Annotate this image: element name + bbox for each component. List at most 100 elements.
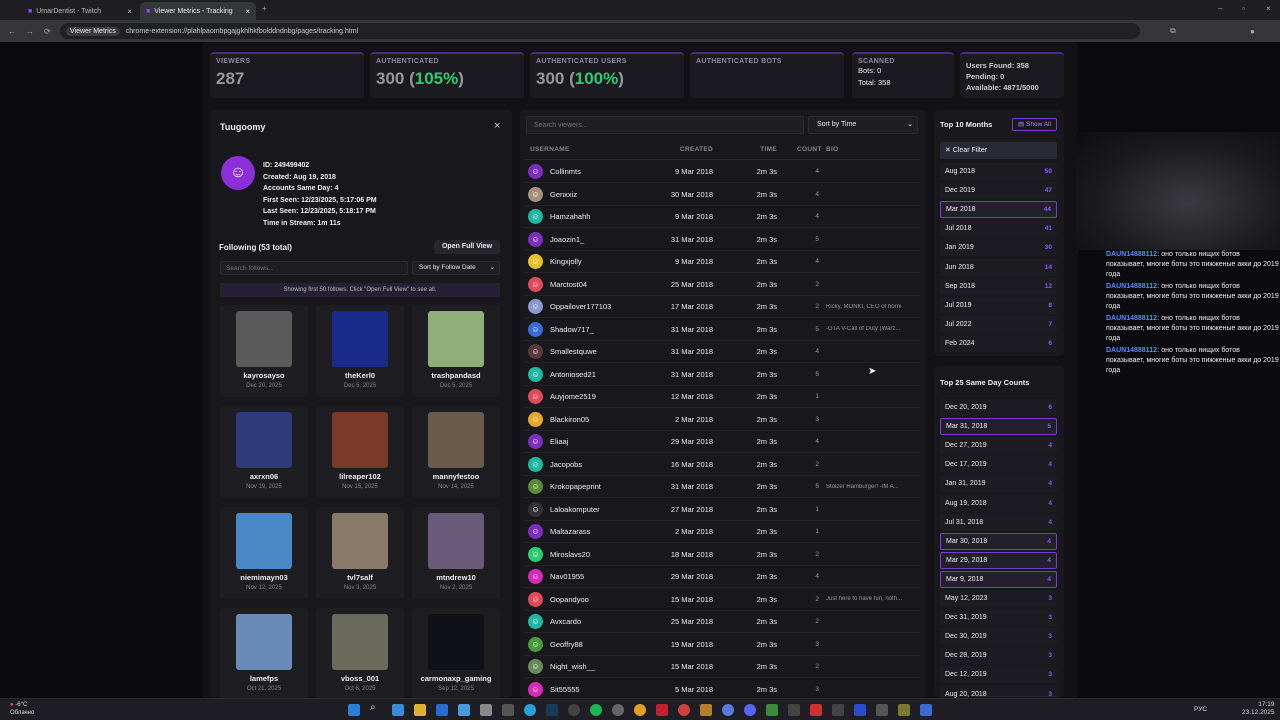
tab-viewer-metrics[interactable]: ■ Viewer Metrics - Tracking ×: [140, 2, 256, 20]
app-icon[interactable]: [898, 704, 910, 716]
table-row[interactable]: ☺ Marctost04 25 Mar 2018 2m 3s 2: [524, 274, 920, 296]
extensions-icon[interactable]: ⧉: [1170, 26, 1176, 36]
spotify-icon[interactable]: [590, 704, 602, 716]
viewer-username[interactable]: Maltazarass: [550, 527, 590, 536]
viewer-username[interactable]: Marctost04: [550, 280, 587, 289]
same-day-row[interactable]: Aug 19, 2018 4: [940, 494, 1057, 512]
app-icon[interactable]: [788, 704, 800, 716]
header-time[interactable]: TIME: [744, 146, 777, 153]
same-day-row[interactable]: Mar 31, 2018 5: [940, 418, 1057, 436]
app-icon[interactable]: [876, 704, 888, 716]
app-icon[interactable]: [436, 704, 448, 716]
same-day-row[interactable]: Dec 20, 2019 6: [940, 399, 1057, 416]
viewer-username[interactable]: Night_wish__: [550, 662, 595, 671]
explorer-icon[interactable]: [414, 704, 426, 716]
table-row[interactable]: ☺ Joaozin1_ 31 Mar 2018 2m 3s 5: [524, 229, 920, 251]
app-icon[interactable]: [810, 704, 822, 716]
discord-icon[interactable]: [744, 704, 756, 716]
viewer-username[interactable]: Avxcardo: [550, 617, 581, 626]
close-profile-button[interactable]: ×: [494, 120, 500, 132]
same-day-row[interactable]: Dec 30, 2019 3: [940, 628, 1057, 646]
profile-icon[interactable]: ●: [1250, 27, 1255, 36]
site-chip[interactable]: Viewer Metrics: [66, 26, 120, 36]
viewer-username[interactable]: Hamzahahh: [550, 212, 590, 221]
table-row[interactable]: ☺ Collinmts 9 Mar 2018 2m 3s 4: [524, 161, 920, 183]
viewer-username[interactable]: Genxxiz: [550, 190, 577, 199]
table-row[interactable]: ☺ Miroslavs20 18 Mar 2018 2m 3s 2: [524, 544, 920, 566]
viewer-username[interactable]: Shadow717_: [550, 325, 594, 334]
same-day-row[interactable]: Mar 30, 2018 4: [940, 532, 1057, 550]
same-day-row[interactable]: May 12, 2023 3: [940, 590, 1057, 607]
app-icon[interactable]: [700, 704, 712, 716]
table-row[interactable]: ☺ Oppailover177103 17 Mar 2018 2m 3s 2 Ricky,…: [524, 296, 920, 318]
chrome-icon[interactable]: [634, 704, 646, 716]
same-day-row[interactable]: Mar 29, 2018 4: [940, 551, 1057, 569]
table-row[interactable]: ☺ Jacopobs 16 Mar 2018 2m 3s 2: [524, 454, 920, 476]
follow-card[interactable]: tvl7salf Nov 3, 2025: [316, 507, 404, 599]
follow-card[interactable]: mtndrew10 Nov 2, 2025: [412, 507, 500, 599]
app-icon[interactable]: [458, 704, 470, 716]
table-row[interactable]: ☺ Geoffry88 19 Mar 2018 2m 3s 3: [524, 634, 920, 656]
follow-sort-select[interactable]: Sort by Follow Date ⌄: [412, 261, 500, 275]
month-row[interactable]: Mar 2018 44: [940, 201, 1057, 219]
table-row[interactable]: ☺ Smallestquwe 31 Mar 2018 2m 3s 4: [524, 341, 920, 363]
weather-widget[interactable]: ● -6°C Облачно: [10, 701, 34, 717]
month-row[interactable]: Dec 2019 47: [940, 182, 1057, 200]
follow-card[interactable]: kayrosayso Dec 20, 2025: [220, 305, 308, 397]
app-icon[interactable]: [502, 704, 514, 716]
same-day-row[interactable]: Dec 31, 2019 3: [940, 609, 1057, 627]
viewer-username[interactable]: Blackiron05: [550, 415, 589, 424]
viewer-username[interactable]: Joaozin1_: [550, 235, 584, 244]
follow-card[interactable]: theKerl0 Dec 5, 2025: [316, 305, 404, 397]
app-icon[interactable]: [854, 704, 866, 716]
viewer-username[interactable]: Auyjome2519: [550, 392, 596, 401]
app-icon[interactable]: [568, 704, 580, 716]
address-bar[interactable]: Viewer Metrics chrome-extension://plahlpa…: [60, 23, 1140, 39]
telegram-icon[interactable]: [524, 704, 536, 716]
table-row[interactable]: ☺ Maltazarass 2 Mar 2018 2m 3s 1: [524, 521, 920, 543]
month-row[interactable]: Jul 2019 8: [940, 296, 1057, 314]
viewer-username[interactable]: Kingxjolly: [550, 257, 582, 266]
header-count[interactable]: COUNT: [797, 146, 821, 153]
viewer-username[interactable]: Laloakomputer: [550, 505, 600, 514]
maximize-icon[interactable]: ▫: [1242, 4, 1245, 13]
table-row[interactable]: ☺ Shadow717_ 31 Mar 2018 2m 3s 5 -GTA V-Call …: [524, 319, 920, 341]
same-day-row[interactable]: Dec 12, 2019 3: [940, 666, 1057, 684]
table-row[interactable]: ☺ Laloakomputer 27 Mar 2018 2m 3s 1: [524, 499, 920, 521]
same-day-row[interactable]: Mar 9, 2018 4: [940, 570, 1057, 588]
app-icon[interactable]: [920, 704, 932, 716]
viewer-username[interactable]: Nav01955: [550, 572, 584, 581]
follow-card[interactable]: lilreaper102 Nov 15, 2025: [316, 406, 404, 498]
start-icon[interactable]: [348, 704, 360, 716]
header-username[interactable]: USERNAME: [530, 146, 570, 153]
clock[interactable]: 17:19 23.12.2025: [1242, 701, 1275, 717]
language-indicator[interactable]: РУС: [1194, 706, 1207, 713]
show-all-button[interactable]: ▤ Show All: [1012, 118, 1057, 131]
tab-twitch[interactable]: ■ UmarDentist - Twitch ×: [22, 2, 138, 20]
reload-icon[interactable]: ⟳: [44, 27, 51, 36]
same-day-row[interactable]: Jan 31, 2019 4: [940, 475, 1057, 493]
app-icon[interactable]: [678, 704, 690, 716]
search-viewers-input[interactable]: [526, 116, 804, 134]
follow-card[interactable]: lamefps Oct 21, 2025: [220, 608, 308, 700]
app-icon[interactable]: [612, 704, 624, 716]
table-row[interactable]: ☺ Nav01955 29 Mar 2018 2m 3s 4: [524, 566, 920, 588]
search-icon[interactable]: ⌕: [370, 702, 382, 714]
month-row[interactable]: Feb 2024 6: [940, 334, 1057, 352]
table-row[interactable]: ☺ Kingxjolly 9 Mar 2018 2m 3s 4: [524, 251, 920, 273]
month-row[interactable]: Jan 2019 30: [940, 239, 1057, 257]
same-day-row[interactable]: Dec 27, 2019 4: [940, 437, 1057, 455]
viewer-username[interactable]: Sit55555: [550, 685, 580, 694]
steam-icon[interactable]: [546, 704, 558, 716]
follow-card[interactable]: trashpandasd Dec 5, 2025: [412, 305, 500, 397]
viewer-sort-select[interactable]: Sort by Time ⌄: [808, 116, 918, 134]
app-icon[interactable]: [392, 704, 404, 716]
open-full-view-button[interactable]: Open Full View: [434, 240, 500, 254]
back-icon[interactable]: ←: [8, 27, 16, 36]
follow-card[interactable]: axrxn06 Nov 19, 2025: [220, 406, 308, 498]
forward-icon[interactable]: →: [26, 27, 34, 36]
table-row[interactable]: ☺ Antoniosed21 31 Mar 2018 2m 3s 5: [524, 364, 920, 386]
table-row[interactable]: ☺ Hamzahahh 9 Mar 2018 2m 3s 4: [524, 206, 920, 228]
new-tab-icon[interactable]: +: [262, 4, 267, 13]
viewer-username[interactable]: Miroslavs20: [550, 550, 590, 559]
